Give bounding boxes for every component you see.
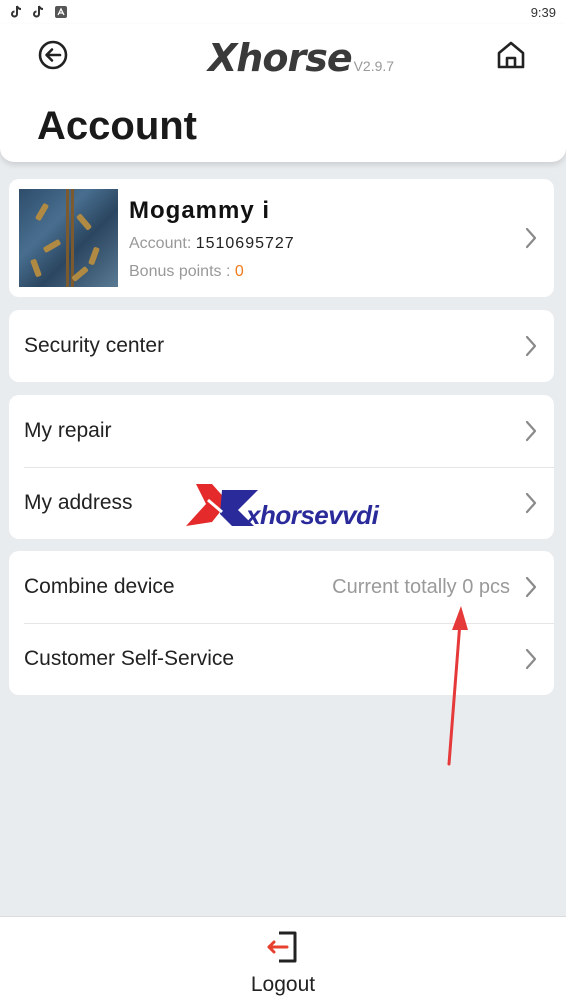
back-arrow-circle-icon	[38, 40, 68, 70]
bonus-value: 0	[234, 263, 244, 280]
chevron-right-icon	[522, 420, 540, 442]
page-title: Account	[37, 104, 197, 148]
bonus-label: Bonus points :	[129, 263, 235, 280]
security-center-item[interactable]: Security center	[9, 310, 554, 382]
bottom-bar: Logout	[0, 916, 566, 1006]
chevron-right-icon	[522, 335, 540, 357]
watermark-text: xhorsevvdi	[246, 500, 379, 531]
account-value: 1510695727	[195, 235, 295, 252]
home-button[interactable]	[494, 38, 528, 72]
xhorsevvdi-watermark: xhorsevvdi	[182, 482, 392, 531]
status-icons	[10, 5, 68, 19]
status-bar: 9:39	[0, 0, 566, 24]
brand-name: Xhorse	[208, 36, 353, 80]
logout-label: Logout	[250, 973, 316, 996]
chevron-right-icon	[522, 227, 540, 249]
profile-name: Mogammy i	[129, 197, 271, 224]
logout-icon	[267, 931, 297, 963]
watermark-text-a: xhorse	[246, 500, 329, 530]
app-store-icon	[54, 5, 68, 19]
logout-button[interactable]: Logout	[233, 929, 333, 1001]
chevron-right-icon	[522, 648, 540, 670]
my-address-label: My address	[24, 491, 133, 514]
watermark-text-b: vvdi	[328, 500, 379, 530]
security-card: Security center	[9, 310, 554, 382]
security-center-label: Security center	[24, 334, 165, 357]
account-screen: 9:39 Xhorse V2.9.7 Account Mogammy i Acc…	[0, 0, 566, 1006]
brand-logo: Xhorse V2.9.7	[208, 38, 394, 78]
account-label: Account:	[129, 235, 196, 252]
combine-device-count: Current totally 0 pcs	[332, 576, 510, 598]
my-repair-item[interactable]: My repair	[9, 395, 554, 467]
my-repair-label: My repair	[24, 419, 112, 442]
app-version: V2.9.7	[353, 58, 395, 74]
combine-device-label: Combine device	[24, 575, 175, 598]
annotation-arrow-icon	[447, 606, 468, 766]
back-button[interactable]	[36, 38, 70, 72]
chevron-right-icon	[522, 492, 540, 514]
tiktok-icon	[32, 5, 46, 19]
tiktok-icon	[10, 5, 24, 19]
avatar	[19, 189, 118, 287]
header: Xhorse V2.9.7 Account	[0, 24, 566, 162]
profile-account: Account: 1510695727	[129, 235, 295, 253]
profile-bonus: Bonus points : 0	[129, 263, 244, 281]
status-time: 9:39	[530, 4, 556, 20]
chevron-right-icon	[522, 576, 540, 598]
home-icon	[497, 41, 525, 69]
customer-self-service-label: Customer Self-Service	[24, 647, 235, 670]
profile-card[interactable]: Mogammy i Account: 1510695727 Bonus poin…	[9, 179, 554, 297]
